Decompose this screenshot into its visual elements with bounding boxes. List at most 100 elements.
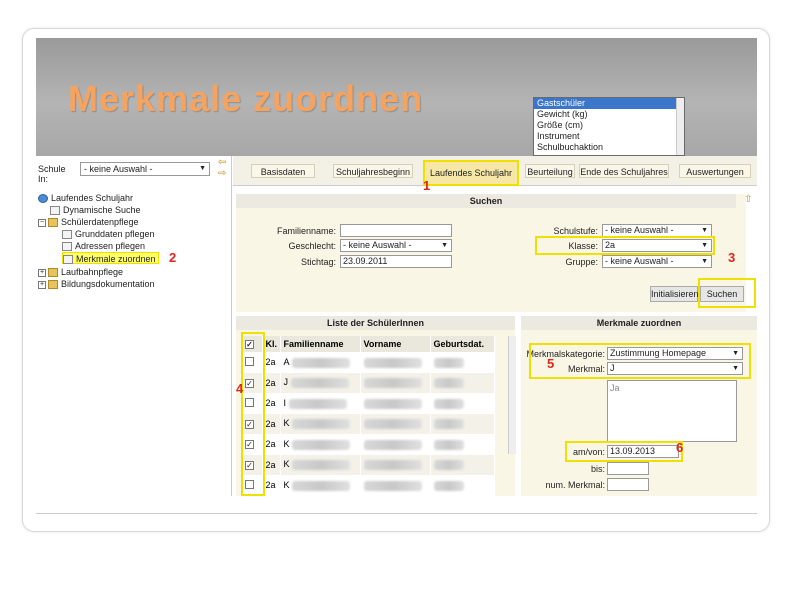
merkmal-dropdown-list[interactable]: Gastschüler Gewicht (kg) Größe (cm) Inst… bbox=[533, 97, 685, 156]
redacted-text bbox=[292, 480, 351, 491]
tree-item-laufbahnpflege[interactable]: + Laufbahnpflege bbox=[38, 266, 123, 278]
tree-item-laufendes-schuljahr[interactable]: Laufendes Schuljahr bbox=[38, 192, 133, 204]
schulstufe-value: - keine Auswahl - bbox=[605, 225, 674, 235]
bis-input[interactable] bbox=[607, 462, 649, 475]
redacted-text bbox=[363, 460, 422, 471]
marker-6: 6 bbox=[676, 440, 684, 455]
document-icon bbox=[62, 242, 72, 252]
slide-title: Merkmale zuordnen bbox=[68, 78, 424, 119]
tree-item-label: Laufendes Schuljahr bbox=[51, 193, 134, 203]
school-select-value: - keine Auswahl - bbox=[84, 164, 153, 174]
familienname-cell: A bbox=[283, 356, 290, 367]
school-label: Schule In: bbox=[38, 164, 66, 184]
dropdown-option[interactable]: Gewicht (kg) bbox=[534, 109, 684, 120]
table-row[interactable]: 2a I bbox=[242, 393, 495, 414]
redacted-text bbox=[363, 357, 422, 368]
redacted-text bbox=[433, 378, 464, 389]
document-icon bbox=[50, 206, 60, 216]
merkmale-header: Merkmale zuordnen bbox=[521, 316, 757, 330]
redacted-text bbox=[433, 439, 464, 450]
highlight-merkmal bbox=[529, 343, 751, 379]
tab-schuljahresbeginn[interactable]: Schuljahresbeginn bbox=[333, 164, 413, 178]
tree-item-label: Merkmale zuordnen bbox=[76, 254, 156, 264]
redacted-text bbox=[433, 398, 464, 409]
gruppe-select[interactable]: - keine Auswahl - ▼ bbox=[602, 255, 712, 268]
geschlecht-select[interactable]: - keine Auswahl - ▼ bbox=[340, 239, 452, 252]
dropdown-option[interactable]: Schulbuchaktion bbox=[534, 142, 684, 153]
redacted-text bbox=[363, 439, 422, 450]
gruppe-value: - keine Auswahl - bbox=[605, 256, 674, 266]
expand-icon[interactable]: + bbox=[38, 280, 46, 289]
dropdown-scrollbar[interactable] bbox=[676, 98, 684, 155]
geschlecht-label: Geschlecht: bbox=[288, 241, 336, 251]
tree-item-bildungsdokumentation[interactable]: + Bildungsdokumentation bbox=[38, 278, 155, 290]
collapse-arrows[interactable]: ⇦ ⇨ bbox=[218, 157, 226, 179]
chevron-down-icon: ▼ bbox=[701, 227, 708, 234]
search-header: Suchen bbox=[236, 194, 736, 208]
tree-item-merkmale-zuordnen[interactable]: Merkmale zuordnen bbox=[62, 252, 159, 265]
tree-item-schuelerdatenpflege[interactable]: − Schülerdatenpflege bbox=[38, 216, 139, 228]
redacted-text bbox=[363, 398, 422, 409]
redacted-text bbox=[433, 480, 464, 491]
dropdown-option[interactable]: Größe (cm) bbox=[534, 120, 684, 131]
column-header[interactable]: Vorname bbox=[360, 336, 431, 352]
table-row[interactable]: 2a A bbox=[242, 352, 495, 373]
merkmale-panel: Merkmale zuordnen Merkmalskategorie: Zus… bbox=[521, 316, 757, 496]
column-header[interactable]: Familienname bbox=[280, 336, 361, 352]
expand-icon[interactable]: + bbox=[38, 268, 46, 277]
marker-1: 1 bbox=[423, 178, 431, 193]
tree-item-label: Grunddaten pflegen bbox=[75, 229, 155, 239]
redacted-text bbox=[363, 378, 422, 389]
dropdown-option[interactable]: Gastschüler bbox=[534, 98, 684, 109]
familienname-cell: J bbox=[283, 377, 289, 388]
dropdown-option[interactable]: Instrument bbox=[534, 131, 684, 142]
table-row[interactable]: ✓ 2a K bbox=[242, 434, 495, 455]
stichtag-input[interactable]: 23.09.2011 bbox=[340, 255, 452, 268]
folder-icon bbox=[48, 280, 58, 290]
tree-item-label: Dynamische Suche bbox=[63, 205, 141, 215]
navigation-pane: Schule In: - keine Auswahl - ▼ ⇦ ⇨ Laufe… bbox=[36, 156, 232, 496]
school-select[interactable]: - keine Auswahl - ▼ bbox=[80, 162, 210, 176]
student-list-scrollbar[interactable] bbox=[508, 336, 516, 454]
tab-beurteilung[interactable]: Beurteilung bbox=[525, 164, 575, 178]
tab-bar: Basisdaten Schuljahresbeginn Laufendes S… bbox=[233, 156, 757, 186]
tree-item-label: Adressen pflegen bbox=[75, 241, 146, 251]
initialisieren-button[interactable]: Initialisieren bbox=[650, 286, 699, 302]
tree-item-dynamische-suche[interactable]: Dynamische Suche bbox=[50, 204, 141, 216]
merkmal-description[interactable]: Ja bbox=[607, 380, 737, 442]
marker-2: 2 bbox=[169, 250, 177, 265]
redacted-text bbox=[363, 419, 422, 430]
stichtag-label: Stichtag: bbox=[300, 257, 336, 267]
collapse-icon[interactable]: − bbox=[38, 218, 46, 227]
student-list-panel: Liste der SchülerInnen ✓ Kl. Familiennam… bbox=[236, 316, 516, 496]
num-merkmal-input[interactable] bbox=[607, 478, 649, 491]
tree-item-label: Schülerdatenpflege bbox=[61, 217, 139, 227]
table-row[interactable]: ✓ 2a K bbox=[242, 413, 495, 434]
table-row[interactable]: 2a K bbox=[242, 475, 495, 496]
column-header[interactable]: Geburtsdat. bbox=[430, 336, 495, 352]
table-row[interactable]: ✓ 2a K bbox=[242, 454, 495, 475]
tree-item-adressen[interactable]: Adressen pflegen bbox=[62, 240, 145, 252]
highlight-checkboxes bbox=[241, 332, 265, 496]
arrow-left-icon[interactable]: ⇦ bbox=[218, 157, 226, 168]
redacted-text bbox=[288, 398, 347, 409]
tab-ende-des-schuljahres[interactable]: Ende des Schuljahres bbox=[579, 164, 669, 178]
schulstufe-label: Schulstufe: bbox=[553, 226, 598, 236]
table-row[interactable]: ✓ 2a J bbox=[242, 372, 495, 393]
tree-item-grunddaten[interactable]: Grunddaten pflegen bbox=[62, 228, 155, 240]
marker-3: 3 bbox=[728, 250, 736, 265]
app-screenshot: Schule In: - keine Auswahl - ▼ ⇦ ⇨ Laufe… bbox=[36, 156, 757, 514]
tree-item-label: Bildungsdokumentation bbox=[61, 279, 155, 289]
familienname-input[interactable] bbox=[340, 224, 452, 237]
tab-auswertungen[interactable]: Auswertungen bbox=[679, 164, 751, 178]
tab-basisdaten[interactable]: Basisdaten bbox=[251, 164, 315, 178]
familienname-cell: K bbox=[283, 479, 290, 490]
tab-laufendes-schuljahr[interactable]: Laufendes Schuljahr bbox=[423, 160, 519, 186]
student-list-header: Liste der SchülerInnen bbox=[236, 316, 515, 330]
redacted-text bbox=[292, 460, 351, 471]
familienname-cell: K bbox=[283, 459, 290, 470]
redacted-text bbox=[433, 419, 464, 430]
folder-icon bbox=[48, 268, 58, 278]
slide: Merkmale zuordnen Gastschüler Gewicht (k… bbox=[0, 0, 794, 595]
arrow-right-icon[interactable]: ⇨ bbox=[218, 168, 226, 179]
